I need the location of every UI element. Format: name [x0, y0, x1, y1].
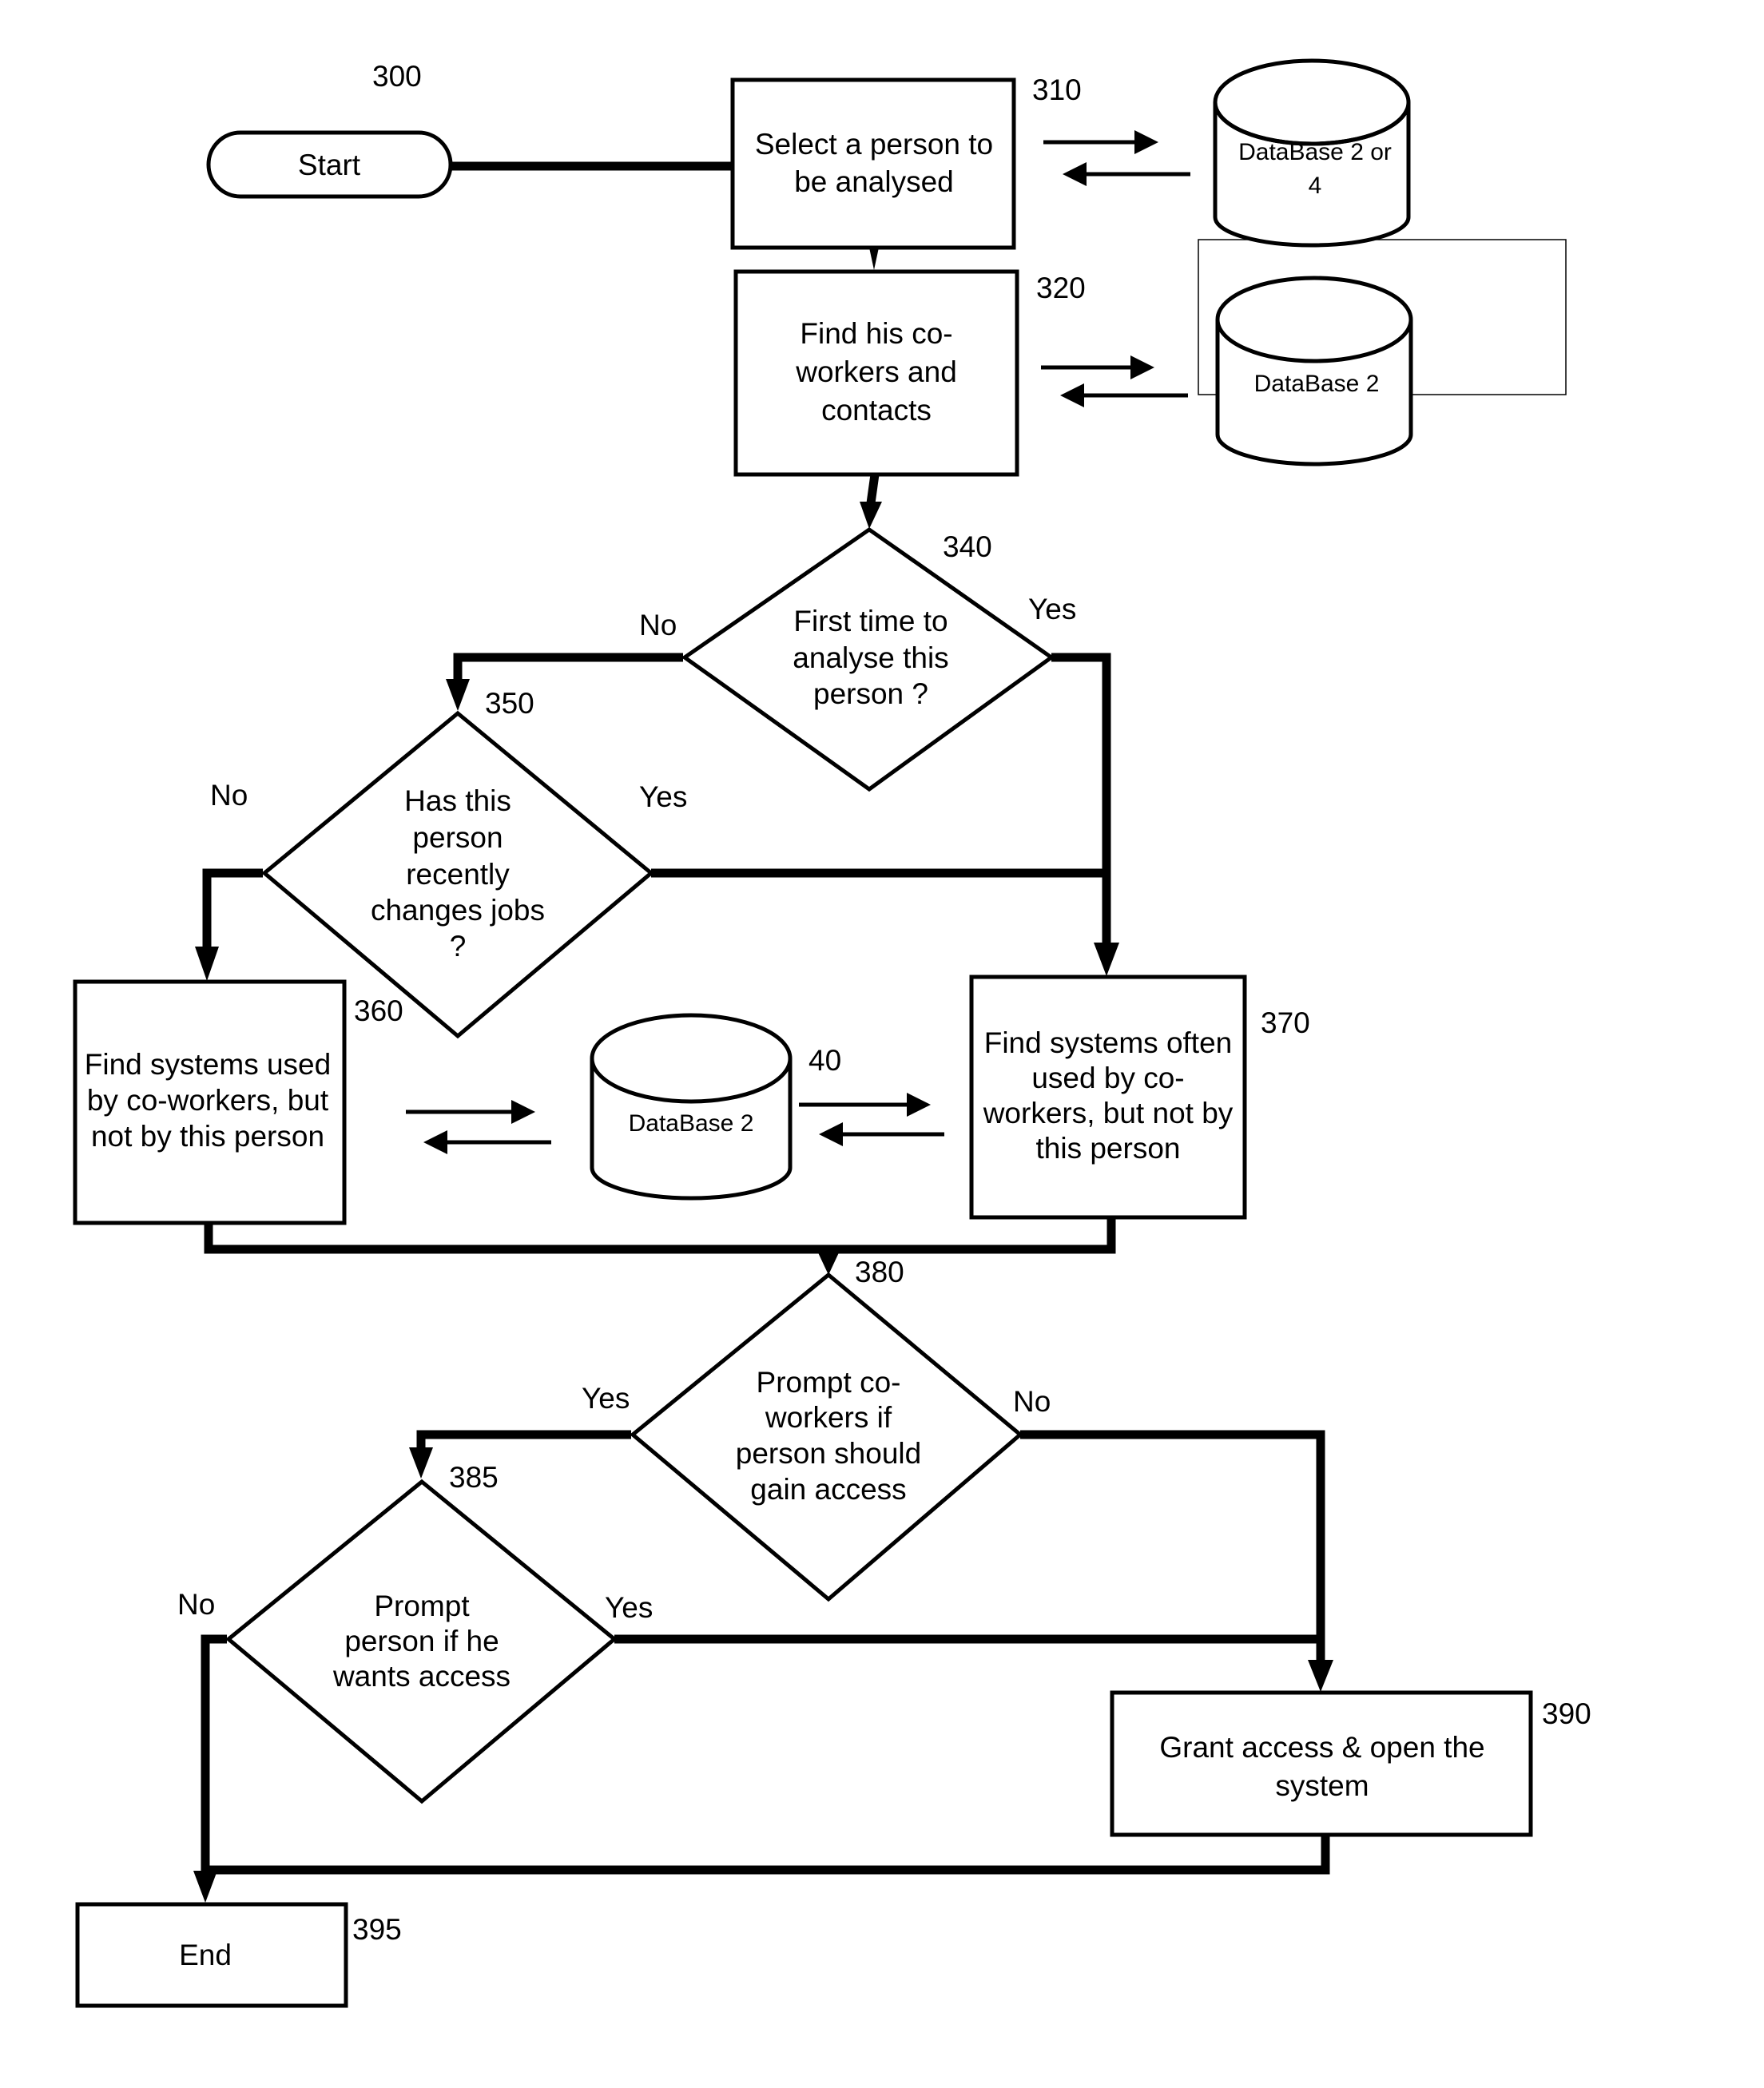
ref-370: 370	[1261, 1006, 1310, 1039]
database-middle-label: DataBase 2	[1254, 371, 1380, 397]
database-40-cap	[590, 1013, 793, 1104]
figure-ref-label: 300	[372, 60, 422, 93]
process-370-line-2: used by co-	[1031, 1062, 1184, 1094]
database-middle-cap	[1215, 276, 1413, 363]
database-top-line-2: 4	[1309, 173, 1322, 199]
process-320-line-1: Find his co-	[800, 317, 952, 350]
decision-385-no-label: No	[177, 1588, 215, 1621]
decision-350-line-1: Has this	[404, 784, 511, 817]
process-360: Find systems used by co-workers, but not…	[73, 979, 403, 1225]
decision-350-line-5: ?	[450, 930, 467, 963]
process-360-line-2: by co-workers, but	[87, 1084, 329, 1117]
ref-350: 350	[485, 687, 534, 720]
connector-320-340	[866, 474, 880, 504]
decision-340-line-3: person ?	[813, 677, 928, 710]
connector-380-no	[1020, 1430, 1325, 1661]
ref-340: 340	[943, 530, 992, 563]
decision-385-line-3: wants access	[332, 1660, 511, 1693]
connector-350-no	[202, 868, 263, 951]
decision-385-line-1: Prompt	[374, 1590, 470, 1622]
process-320-line-2: workers and	[795, 355, 957, 388]
arrowhead-320-340	[860, 502, 882, 529]
ref-310: 310	[1032, 73, 1082, 106]
connector-385-no	[201, 1634, 227, 1873]
decision-340-yes-label: Yes	[1028, 593, 1076, 625]
decision-380-no-label: No	[1013, 1385, 1051, 1418]
ref-380: 380	[855, 1256, 904, 1288]
process-390: Grant access & open the system 390	[1110, 1690, 1591, 1837]
process-390-line-2: system	[1275, 1769, 1369, 1802]
process-390-line-1: Grant access & open the	[1159, 1731, 1484, 1764]
process-370-line-1: Find systems often	[984, 1026, 1233, 1059]
connector-340-no	[453, 653, 683, 683]
decision-380: Prompt co- workers if person should gain…	[582, 1256, 1051, 1602]
decision-350-no-label: No	[210, 779, 248, 812]
connector-390-end	[205, 1835, 1330, 1875]
connector-340-yes	[1051, 653, 1111, 947]
arrowhead-to-370	[1094, 943, 1119, 976]
ref-390: 390	[1542, 1697, 1591, 1730]
process-320: Find his co- workers and contacts 320	[733, 269, 1086, 477]
decision-350-yes-label: Yes	[639, 780, 687, 813]
decision-380-yes-label: Yes	[582, 1382, 630, 1415]
arrowhead-to-end	[193, 1871, 217, 1903]
decision-380-line-4: gain access	[750, 1473, 906, 1506]
flowchart-canvas: 300 Start Select a person to be analysed…	[73, 58, 1591, 2008]
process-370: Find systems often used by co- workers, …	[969, 975, 1310, 1220]
start-terminal: Start	[206, 130, 453, 199]
decision-350-line-3: recently	[406, 858, 510, 891]
process-390-box	[1110, 1690, 1533, 1837]
arrowhead-310-320	[869, 248, 879, 270]
decision-350-line-4: changes jobs	[371, 894, 545, 927]
end-terminal: End 395	[75, 1902, 402, 2008]
ref-360: 360	[354, 994, 403, 1027]
decision-380-line-2: workers if	[765, 1401, 892, 1434]
process-310-line-1: Select a person to	[755, 128, 993, 161]
decision-340-no-label: No	[639, 609, 677, 641]
database-40-label: DataBase 2	[629, 1110, 754, 1137]
database-top-line-1: DataBase 2 or	[1238, 139, 1392, 165]
connector-380-yes	[416, 1430, 631, 1450]
start-label: Start	[298, 149, 361, 181]
arrowhead-to-390	[1308, 1660, 1333, 1692]
database-top: DataBase 2 or 4	[1213, 58, 1411, 248]
process-310-line-2: be analysed	[794, 165, 954, 198]
arrowhead-to-385	[409, 1447, 433, 1479]
decision-340-line-1: First time to	[793, 605, 948, 637]
database-middle: DataBase 2	[1215, 276, 1413, 466]
arrowhead-to-360	[195, 947, 219, 981]
process-370-line-4: this person	[1036, 1132, 1181, 1165]
arrowhead-to-380	[816, 1249, 840, 1275]
decision-340: First time to analyse this person ? 340 …	[639, 526, 1076, 792]
process-310: Select a person to be analysed 310	[730, 73, 1082, 250]
process-320-line-3: contacts	[821, 394, 932, 427]
decision-350-line-2: person	[412, 821, 503, 854]
decision-385: Prompt person if he wants access 385 Yes…	[177, 1461, 653, 1804]
process-360-line-1: Find systems used	[85, 1048, 331, 1081]
decision-385-yes-label: Yes	[605, 1591, 653, 1624]
process-370-line-3: workers, but not by	[983, 1097, 1234, 1129]
process-310-box	[730, 77, 1016, 250]
decision-380-line-3: person should	[736, 1437, 921, 1470]
ref-40: 40	[808, 1044, 841, 1077]
end-label: End	[179, 1939, 232, 1971]
ref-395: 395	[352, 1913, 402, 1946]
ref-320: 320	[1036, 272, 1086, 304]
decision-385-line-2: person if he	[344, 1625, 499, 1657]
decision-340-line-2: analyse this	[793, 641, 948, 674]
decision-380-line-1: Prompt co-	[757, 1366, 901, 1399]
ref-385: 385	[449, 1461, 499, 1494]
process-360-line-3: not by this person	[91, 1120, 324, 1153]
arrowhead-340-350	[446, 679, 470, 711]
